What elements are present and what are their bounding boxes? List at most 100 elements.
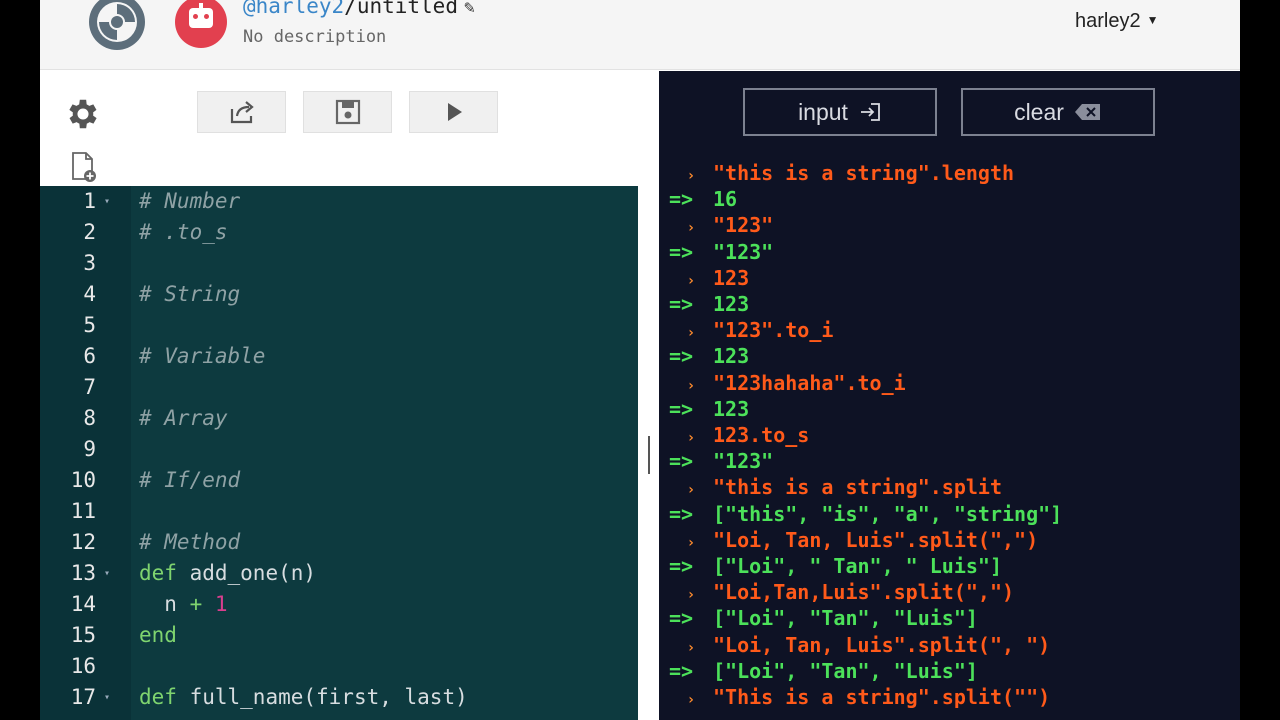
pencil-icon[interactable]: ✎ bbox=[464, 0, 475, 18]
code-token: # Array bbox=[139, 406, 228, 430]
output-arrow: => bbox=[669, 396, 694, 421]
console-text: 123 bbox=[713, 265, 750, 290]
code-token: def bbox=[139, 561, 177, 585]
code-text: def full_name(first, last) bbox=[139, 682, 468, 713]
resize-handle[interactable] bbox=[648, 436, 650, 474]
console-input-line: › 123 bbox=[669, 265, 749, 291]
console-output-line: => ["this", "is", "a", "string"] bbox=[669, 501, 1062, 527]
console-output-line: => 123 bbox=[669, 343, 749, 369]
clear-button-label: clear bbox=[1014, 98, 1064, 125]
input-prompt-icon: › bbox=[686, 534, 696, 551]
code-text: # Variable bbox=[139, 341, 265, 372]
code-line[interactable]: 2 # .to_s bbox=[40, 217, 638, 248]
backspace-icon bbox=[1074, 104, 1100, 120]
code-token: end bbox=[139, 623, 177, 647]
console-text: "Loi, Tan, Luis".split(",") bbox=[713, 527, 1039, 552]
console-text: ["Loi", "Tan", "Luis"] bbox=[713, 658, 978, 683]
code-line[interactable]: 1 ▾ # Number bbox=[40, 186, 638, 217]
share-button[interactable] bbox=[197, 91, 286, 133]
line-number: 3 bbox=[83, 251, 96, 275]
code-token: # String bbox=[139, 282, 241, 306]
new-file-icon[interactable] bbox=[70, 151, 98, 183]
code-text: # .to_s bbox=[139, 217, 228, 248]
repl-description[interactable]: No description bbox=[243, 27, 386, 47]
code-token: full_name(first, last) bbox=[176, 685, 468, 709]
owner-link[interactable]: @harley2 bbox=[243, 0, 344, 18]
line-number: 2 bbox=[83, 220, 96, 244]
output-arrow: => bbox=[669, 554, 694, 578]
console-text: ["Loi", " Tan", " Luis"] bbox=[713, 554, 1002, 578]
top-header: @harley2/untitled ✎ No description harley… bbox=[40, 0, 1240, 70]
console-text: "123".to_i bbox=[713, 318, 834, 343]
code-line[interactable]: 4 # String bbox=[40, 279, 638, 310]
code-line[interactable]: 10 # If/end bbox=[40, 465, 638, 496]
run-button[interactable] bbox=[409, 91, 498, 133]
line-number: 9 bbox=[83, 437, 96, 461]
console-text: 16 bbox=[713, 187, 738, 212]
code-line[interactable]: 9 bbox=[40, 434, 638, 465]
code-line[interactable]: 11 bbox=[40, 496, 638, 527]
output-arrow: => bbox=[669, 606, 694, 631]
output-arrow: => bbox=[669, 292, 694, 316]
code-text: # Method bbox=[139, 527, 240, 558]
user-menu[interactable]: harley2 ▼ bbox=[1075, 10, 1159, 33]
line-number: 17 bbox=[70, 685, 96, 709]
console-text: "This is a string".split("") bbox=[713, 685, 1051, 709]
output-arrow: => bbox=[669, 187, 694, 212]
output-arrow: => bbox=[669, 239, 694, 264]
code-text: # String bbox=[139, 279, 240, 310]
console-text: ["Loi", "Tan", "Luis"] bbox=[713, 606, 978, 631]
code-editor[interactable]: 1 ▾ # Number 2 # .to_s 3 4 # String 5 6 # Variable… bbox=[40, 186, 638, 720]
input-button[interactable]: input bbox=[743, 88, 937, 136]
code-line[interactable]: 15 end bbox=[40, 620, 638, 651]
code-line[interactable]: 16 bbox=[40, 651, 638, 682]
clear-button[interactable]: clear bbox=[961, 88, 1155, 136]
gear-icon[interactable] bbox=[64, 95, 102, 133]
repl-name[interactable]: untitled bbox=[357, 0, 458, 18]
code-line[interactable]: 5 bbox=[40, 310, 638, 341]
code-line[interactable]: 8 # Array bbox=[40, 403, 638, 434]
code-text: n + 1 bbox=[139, 589, 227, 620]
line-number: 16 bbox=[70, 654, 96, 678]
line-number: 8 bbox=[83, 406, 96, 430]
pane-divider[interactable] bbox=[638, 71, 659, 720]
console-output-line: => 123 bbox=[669, 291, 749, 317]
console-text: 123 bbox=[713, 396, 750, 421]
code-token: add_one(n) bbox=[176, 561, 317, 585]
console-output-line: => ["Loi", " Tan", " Luis"] bbox=[669, 553, 1002, 579]
console-text: "this is a string".length bbox=[713, 161, 1015, 185]
save-button[interactable] bbox=[303, 91, 392, 133]
repl-title: @harley2/untitled ✎ bbox=[243, 0, 475, 18]
console-text: "123" bbox=[713, 449, 774, 474]
code-line[interactable]: 13 ▾ def add_one(n) bbox=[40, 558, 638, 589]
chevron-down-icon: ▼ bbox=[1146, 13, 1159, 27]
robot-avatar-icon[interactable] bbox=[175, 0, 227, 48]
console-panel[interactable]: input clear › "this is a string".length =>… bbox=[659, 71, 1240, 720]
code-line[interactable]: 3 bbox=[40, 248, 638, 279]
fold-arrow-icon[interactable]: ▾ bbox=[104, 186, 110, 217]
code-token: # .to_s bbox=[139, 220, 228, 244]
input-prompt-icon: › bbox=[686, 639, 696, 656]
output-arrow: => bbox=[669, 501, 694, 526]
logo-icon[interactable] bbox=[84, 0, 150, 52]
code-line[interactable]: 6 # Variable bbox=[40, 341, 638, 372]
code-line[interactable]: 7 bbox=[40, 372, 638, 403]
code-line[interactable]: 14 n + 1 bbox=[40, 589, 638, 620]
line-number: 7 bbox=[83, 375, 96, 399]
line-number: 14 bbox=[70, 592, 96, 616]
line-number: 6 bbox=[83, 344, 96, 368]
input-prompt-icon: › bbox=[686, 325, 696, 342]
console-output-line: => "123" bbox=[669, 239, 773, 265]
console-input-line: › "123" bbox=[669, 212, 773, 238]
fold-arrow-icon[interactable]: ▾ bbox=[104, 682, 110, 713]
input-prompt-icon: › bbox=[686, 692, 696, 708]
code-text: end bbox=[139, 620, 177, 651]
code-line[interactable]: 17 ▾ def full_name(first, last) bbox=[40, 682, 638, 713]
console-text: 123.to_s bbox=[713, 423, 810, 447]
console-text: "Loi,Tan,Luis".split(",") bbox=[713, 580, 1015, 605]
console-output-line: => 123 bbox=[669, 396, 749, 422]
fold-arrow-icon[interactable]: ▾ bbox=[104, 558, 110, 589]
code-line[interactable]: 12 # Method bbox=[40, 527, 638, 558]
line-number: 11 bbox=[70, 499, 96, 523]
